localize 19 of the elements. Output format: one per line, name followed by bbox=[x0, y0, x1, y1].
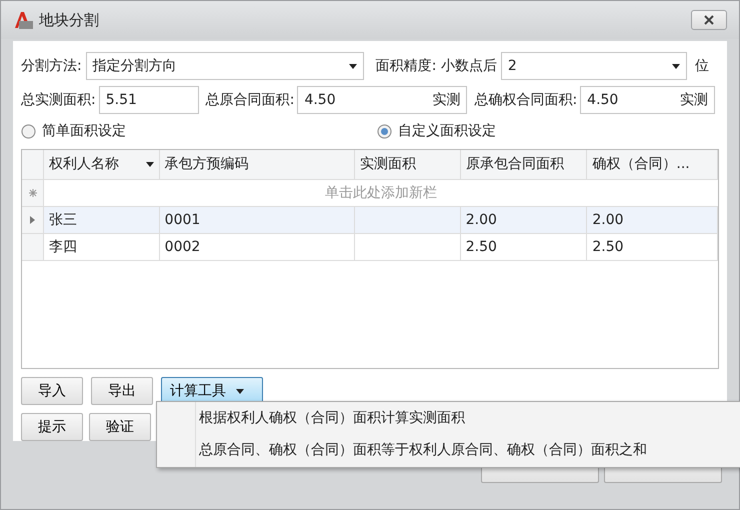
unit-label: 位 bbox=[694, 56, 709, 76]
table-cell: 2.50 bbox=[587, 234, 718, 260]
table-cell: 李四 bbox=[44, 234, 160, 260]
table-cell: 0001 bbox=[160, 207, 356, 233]
table-cell: 2.00 bbox=[587, 207, 718, 233]
field-label: 总原合同面积: bbox=[206, 90, 294, 110]
table-cell: 张三 bbox=[44, 207, 160, 233]
radio-label: 自定义面积设定 bbox=[398, 122, 496, 140]
field-label: 总实测面积: bbox=[21, 90, 96, 110]
radio-label: 简单面积设定 bbox=[42, 122, 126, 140]
table-cell: 0002 bbox=[160, 234, 356, 260]
window-title: 地块分割 bbox=[39, 10, 99, 31]
link-text: 实测 bbox=[432, 90, 460, 110]
field-label: 面积精度: 小数点后 bbox=[376, 56, 497, 76]
table-cell: 2.50 bbox=[460, 234, 588, 260]
table-cell: 2.00 bbox=[460, 207, 588, 233]
field-label: 分割方法: bbox=[21, 56, 82, 76]
link-text: 实测 bbox=[680, 90, 708, 110]
field-label: 总确权合同面积: bbox=[474, 90, 578, 110]
